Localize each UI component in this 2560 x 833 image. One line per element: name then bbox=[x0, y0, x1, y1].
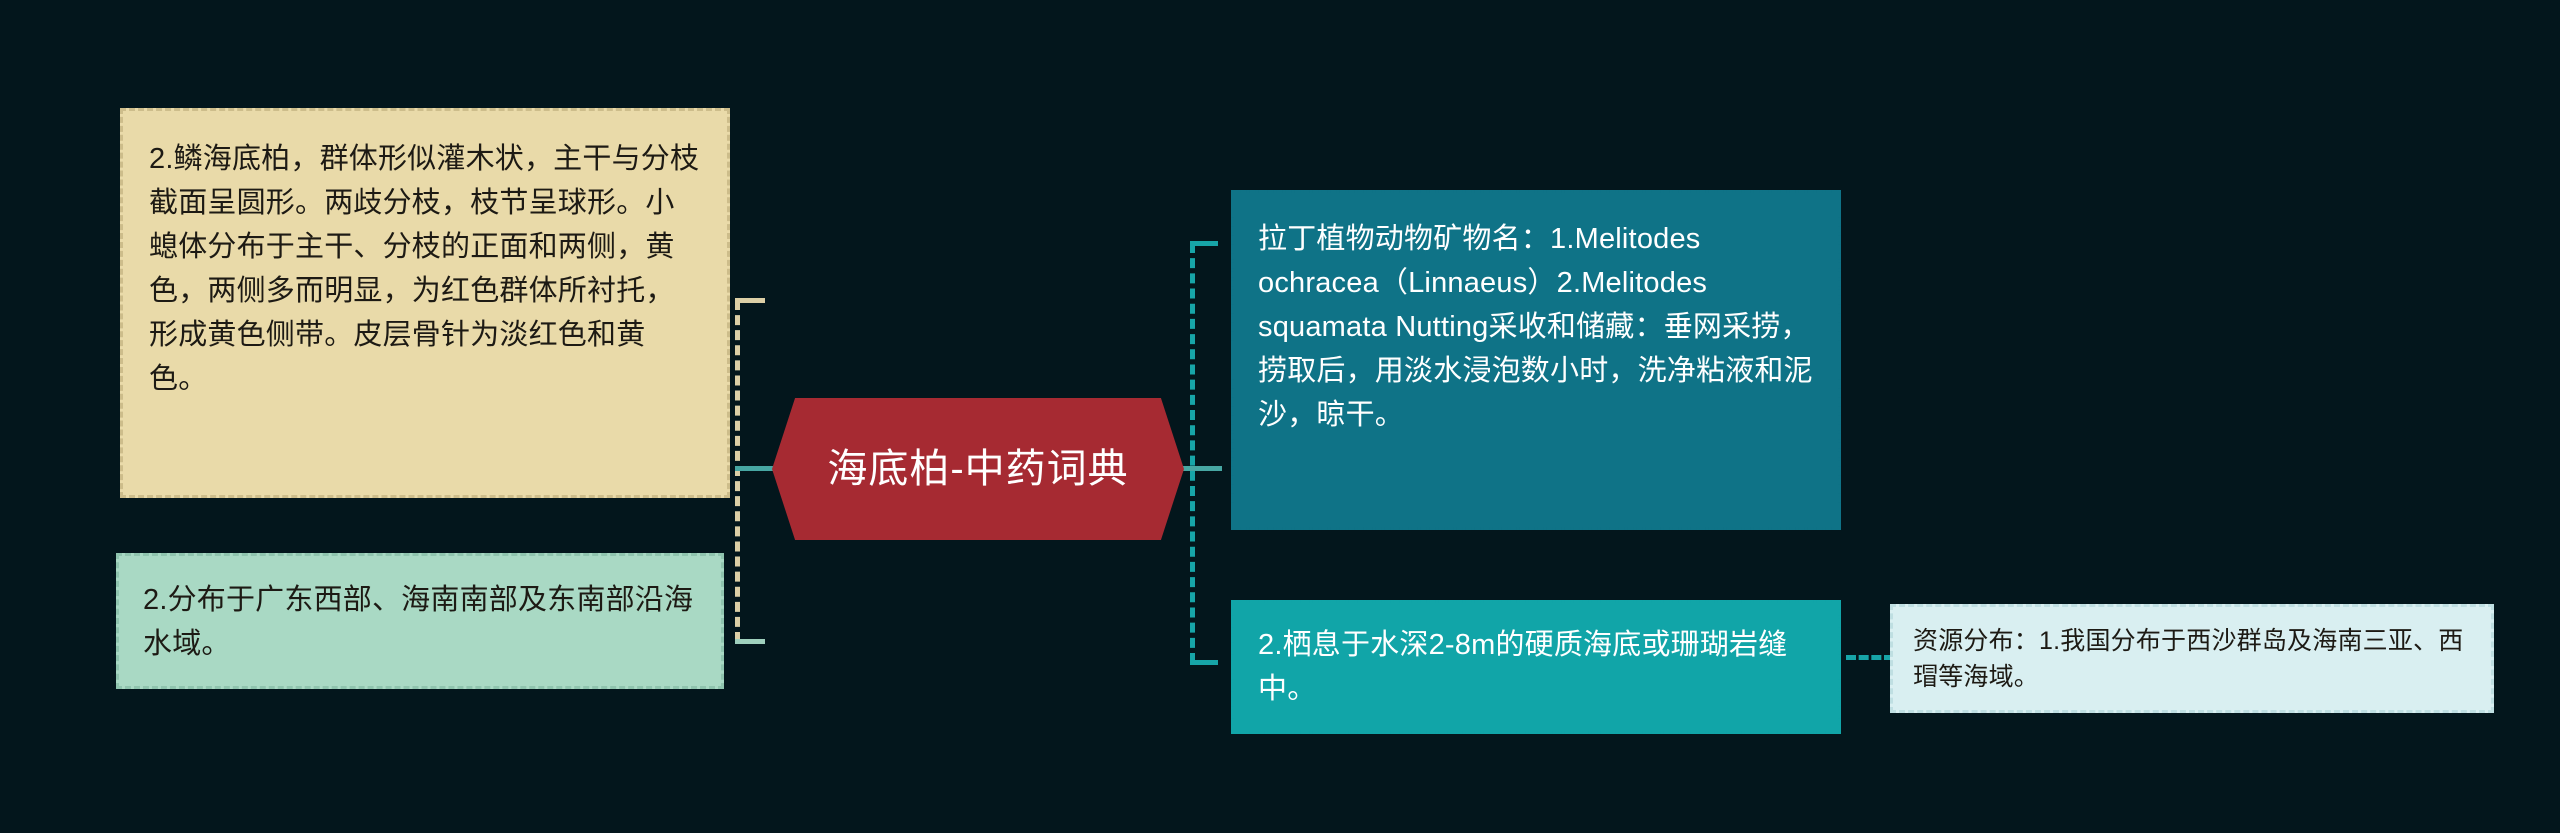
connector-left-top-stub bbox=[735, 298, 765, 303]
connector-left-spine bbox=[735, 300, 740, 642]
node-description[interactable]: 2.鳞海底柏，群体形似灌木状，主干与分枝截面呈圆形。两歧分枝，枝节呈球形。小螅体… bbox=[120, 108, 730, 498]
connector-right-bottom-stub bbox=[1190, 660, 1218, 665]
node-latin-names[interactable]: 拉丁植物动物矿物名：1.Melitodes ochracea（Linnaeus）… bbox=[1231, 190, 1841, 530]
node-distribution[interactable]: 2.分布于广东西部、海南南部及东南部沿海水域。 bbox=[116, 553, 724, 690]
connector-left-bottom-stub bbox=[735, 639, 765, 644]
connector-right-top-stub bbox=[1190, 241, 1218, 246]
node-root-title[interactable]: 海底柏-中药词典 bbox=[772, 398, 1184, 540]
node-habitat[interactable]: 2.栖息于水深2-8m的硬质海底或珊瑚岩缝中。 bbox=[1231, 600, 1841, 735]
mindmap-canvas: 2.鳞海底柏，群体形似灌木状，主干与分枝截面呈圆形。两歧分枝，枝节呈球形。小螅体… bbox=[0, 0, 2560, 833]
connector-right-spine bbox=[1190, 243, 1195, 663]
node-resource-distribution[interactable]: 资源分布：1.我国分布于西沙群岛及海南三亚、西瑁等海域。 bbox=[1890, 604, 2494, 713]
connector-far-right bbox=[1846, 655, 1894, 660]
